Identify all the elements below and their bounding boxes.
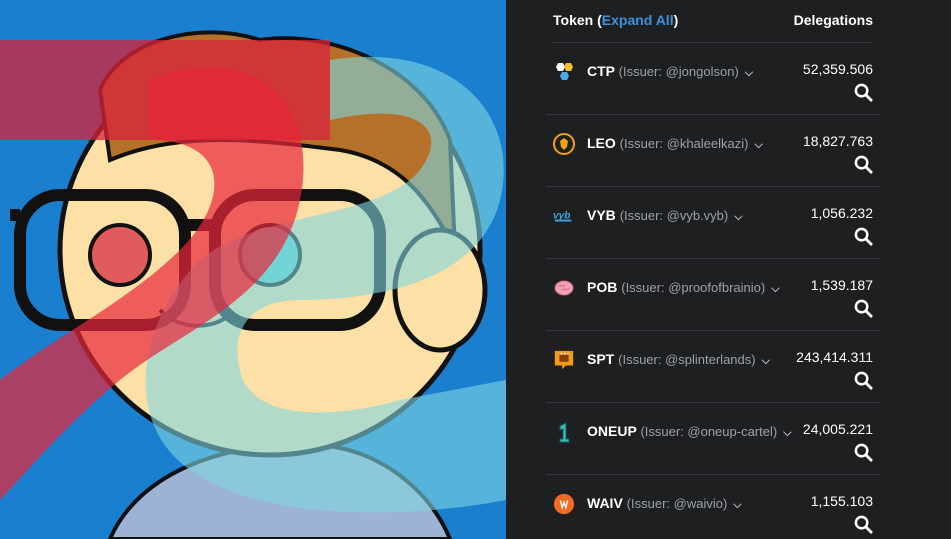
delegations-panel: Token (Expand All) Delegations CTP (Issu… [506,0,951,539]
chevron-down-icon[interactable]: ⌵ [734,211,742,224]
ctp-hexagon-icon [553,61,575,83]
token-issuer: (Issuer: @vyb.vyb) [619,208,729,223]
token-symbol: WAIV [587,495,623,511]
leo-lion-icon [553,133,575,155]
token-row: vyb VYB (Issuer: @vyb.vyb) ⌵ 1,056.232 [546,187,881,259]
token-symbol: SPT [587,351,615,367]
token-issuer: (Issuer: @khaleelkazi) [619,136,749,151]
token-symbol: VYB [587,207,616,223]
token-symbol: LEO [587,135,616,151]
token-row: WAIV (Issuer: @waivio) ⌵ 1,155.103 [546,475,881,539]
token-issuer: (Issuer: @proofofbrainio) [621,280,766,295]
chevron-down-icon[interactable]: ⌵ [783,427,791,440]
delegation-amount: 18,827.763 [802,133,873,149]
search-icon[interactable] [854,83,873,102]
token-header-label: Token [553,12,594,28]
expand-all-link[interactable]: Expand All [602,12,674,28]
delegations-column-header: Delegations [793,12,873,28]
search-icon[interactable] [854,299,873,318]
chevron-down-icon[interactable]: ⌵ [762,355,770,368]
table-header: Token (Expand All) Delegations [553,0,873,43]
delegation-amount: 1,056.232 [810,205,873,221]
token-issuer: (Issuer: @splinterlands) [618,352,756,367]
delegation-amount: 24,005.221 [802,421,873,437]
delegation-amount: 1,539.187 [810,277,873,293]
token-row: POB (Issuer: @proofofbrainio) ⌵ 1,539.187 [546,259,881,331]
token-issuer: (Issuer: @waivio) [626,496,728,511]
token-symbol: ONEUP [587,423,637,439]
profile-avatar-image [0,0,506,539]
vyb-logo-icon: vyb [553,205,575,227]
token-issuer: (Issuer: @jongolson) [618,64,739,79]
chevron-down-icon[interactable]: ⌵ [733,499,741,512]
chevron-down-icon[interactable]: ⌵ [754,139,762,152]
chevron-down-icon[interactable]: ⌵ [771,283,779,296]
delegation-amount: 52,359.506 [802,61,873,77]
token-list: CTP (Issuer: @jongolson) ⌵ 52,359.506 LEO… [546,43,881,539]
search-icon[interactable] [854,155,873,174]
brain-icon [553,277,575,299]
delegation-amount: 1,155.103 [810,493,873,509]
token-symbol: POB [587,279,618,295]
splinterlands-icon [553,349,575,371]
token-issuer: (Issuer: @oneup-cartel) [640,424,778,439]
token-symbol: CTP [587,63,615,79]
token-row: ONEUP (Issuer: @oneup-cartel) ⌵ 24,005.22… [546,403,881,475]
token-row: CTP (Issuer: @jongolson) ⌵ 52,359.506 [546,43,881,115]
search-icon[interactable] [854,371,873,390]
search-icon[interactable] [854,515,873,534]
oneup-icon [553,421,575,443]
search-icon[interactable] [854,227,873,246]
delegation-amount: 243,414.311 [796,349,873,365]
search-icon[interactable] [854,443,873,462]
token-row: LEO (Issuer: @khaleelkazi) ⌵ 18,827.763 [546,115,881,187]
chevron-down-icon[interactable]: ⌵ [745,67,753,80]
token-column-header: Token (Expand All) [553,12,679,28]
token-row: SPT (Issuer: @splinterlands) ⌵ 243,414.31… [546,331,881,403]
waivio-icon [553,493,575,515]
